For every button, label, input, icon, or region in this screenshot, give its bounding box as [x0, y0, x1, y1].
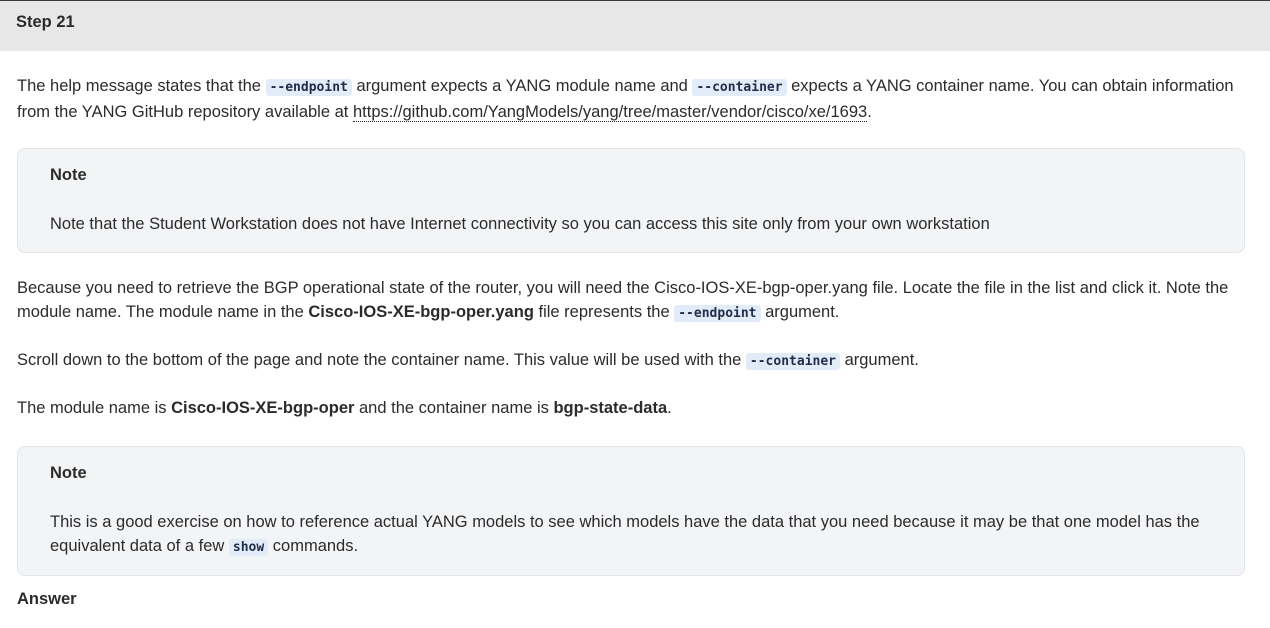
- bold-module-name: Cisco-IOS-XE-bgp-oper: [171, 399, 355, 417]
- github-yang-link[interactable]: https://github.com/YangModels/yang/tree/…: [352, 103, 868, 122]
- text: argument.: [840, 351, 919, 369]
- text: argument.: [760, 303, 840, 321]
- code-show: show: [228, 539, 269, 556]
- note-title: Note: [50, 166, 87, 184]
- step-header: Step 21: [0, 0, 1270, 51]
- paragraph-container-name: Scroll down to the bottom of the page an…: [17, 348, 1247, 374]
- code-endpoint: --endpoint: [265, 79, 352, 96]
- code-container: --container: [692, 79, 787, 96]
- note-body: This is a good exercise on how to refere…: [50, 510, 1220, 560]
- note-box-exercise: Note This is a good exercise on how to r…: [17, 446, 1245, 576]
- note-box-internet: Note Note that the Student Workstation d…: [17, 148, 1245, 253]
- text: The module name is: [17, 399, 172, 417]
- text: .: [867, 103, 872, 121]
- text: Scroll down to the bottom of the page an…: [17, 351, 746, 369]
- note-body: Note that the Student Workstation does n…: [50, 215, 990, 233]
- answer-heading[interactable]: Answer: [17, 590, 77, 609]
- step-title: Step 21: [16, 13, 75, 31]
- paragraph-help-message: The help message states that the --endpo…: [17, 74, 1247, 124]
- text: The help message states that the: [17, 77, 266, 95]
- text: argument expects a YANG module name and: [351, 77, 693, 95]
- code-container: --container: [745, 353, 840, 370]
- text: file represents the: [533, 303, 675, 321]
- text: This is a good exercise on how to refere…: [50, 513, 1200, 555]
- code-endpoint: --endpoint: [674, 305, 761, 322]
- bold-filename: Cisco-IOS-XE-bgp-oper.yang: [308, 303, 534, 321]
- paragraph-module-summary: The module name is Cisco-IOS-XE-bgp-oper…: [17, 396, 1247, 420]
- bold-container-name: bgp-state-data: [553, 399, 668, 417]
- paragraph-bgp-module: Because you need to retrieve the BGP ope…: [17, 276, 1247, 326]
- text: commands.: [268, 537, 359, 555]
- text: and the container name is: [354, 399, 554, 417]
- text: .: [667, 399, 672, 417]
- note-title: Note: [50, 464, 87, 482]
